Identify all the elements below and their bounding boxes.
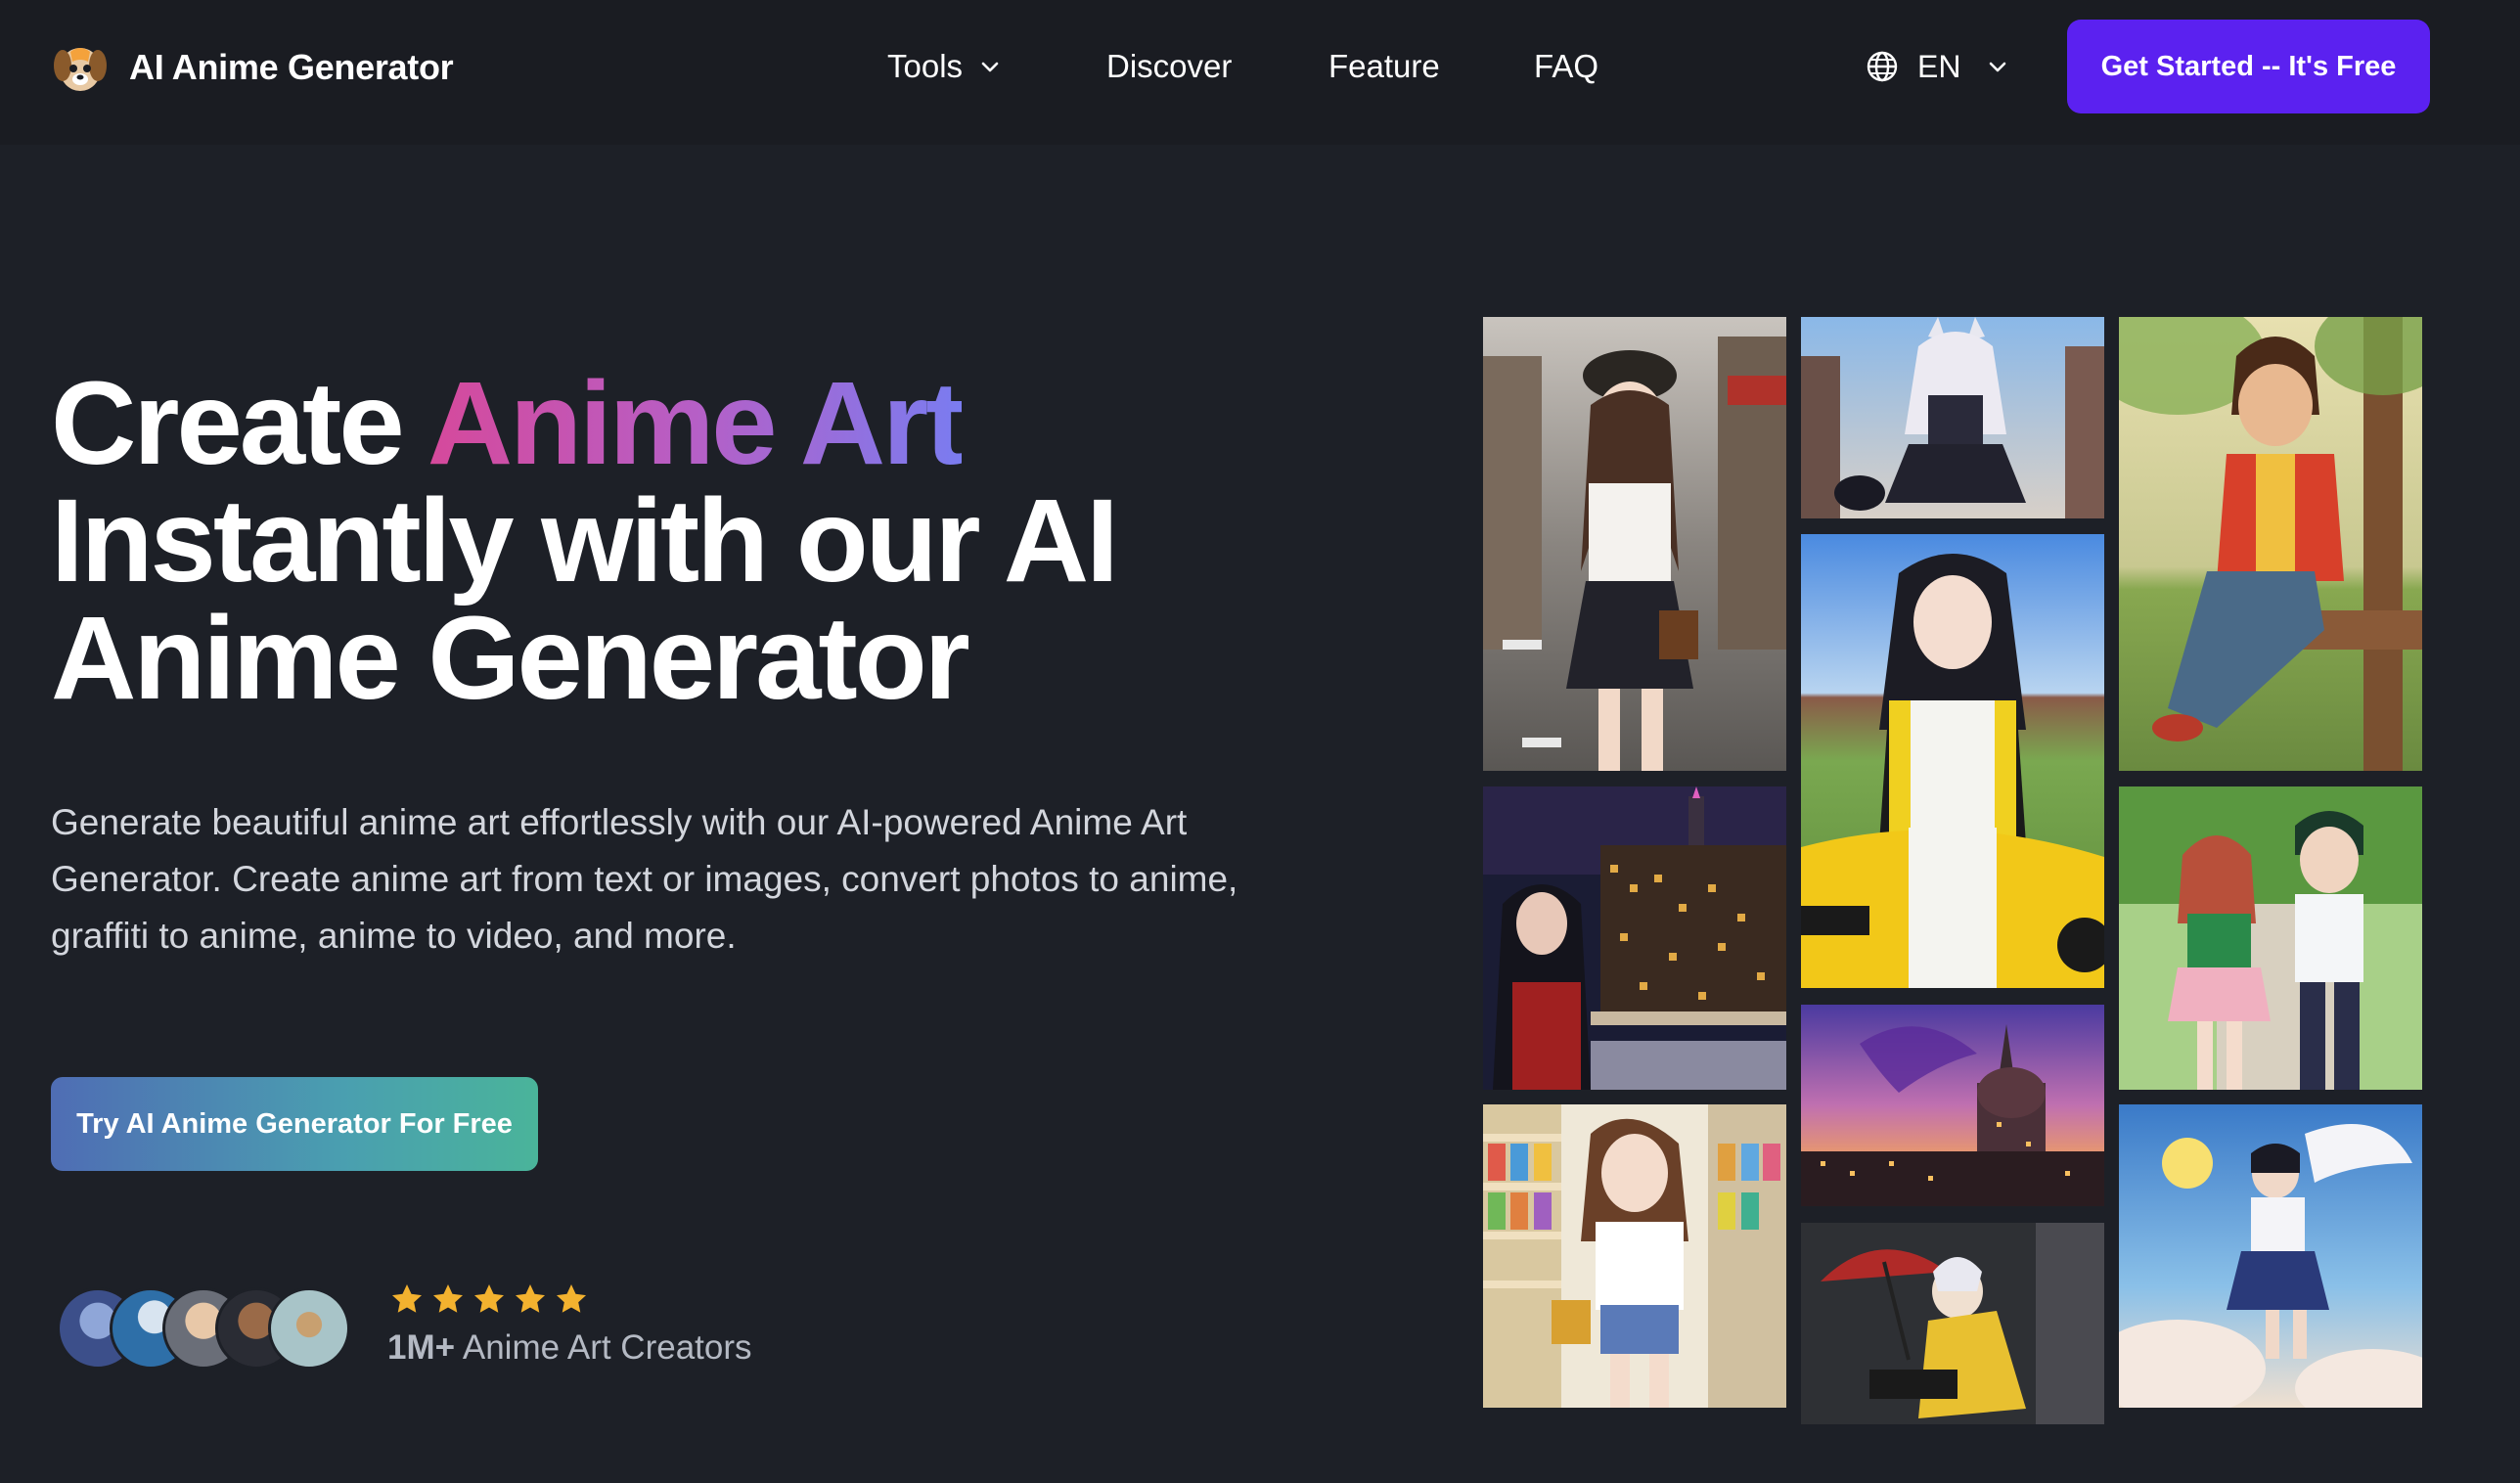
top-nav: AI Anime Generator Tools Discover Featur… (0, 0, 2520, 145)
nav-feature-link[interactable]: Feature (1328, 43, 1440, 90)
nav-faq-link[interactable]: FAQ (1534, 43, 1598, 90)
hero-headline: Create Anime Art Instantly with our AI A… (51, 364, 1283, 717)
star-icon (557, 1284, 586, 1313)
fantasy-cathedral-image[interactable] (1801, 1005, 2104, 1206)
star-icon (433, 1284, 463, 1313)
nav-feature-label: Feature (1328, 48, 1440, 84)
chevron-down-icon (981, 62, 999, 72)
street-girl-image[interactable] (1483, 317, 1786, 771)
star-icon (516, 1284, 545, 1313)
catgirl-maid-image[interactable] (1801, 317, 2104, 518)
creator-avatars (57, 1287, 360, 1370)
boy-in-park-image[interactable] (2119, 317, 2422, 771)
get-started-button[interactable]: Get Started -- It's Free (2067, 20, 2430, 113)
hero-subtitle: Generate beautiful anime art effortlessl… (51, 802, 1238, 956)
headline-highlight: Anime Art (427, 356, 966, 489)
creators-label: Anime Art Creators (455, 1328, 752, 1367)
headline-prefix: Create (51, 356, 428, 489)
nav-faq-label: FAQ (1534, 48, 1599, 84)
headline-line2: Instantly with our AI (51, 473, 1119, 607)
headline-line3: Anime Generator (51, 591, 970, 724)
city-night-girl-image[interactable] (1483, 786, 1786, 1090)
brand-link[interactable]: AI Anime Generator (51, 37, 454, 98)
star-icon (474, 1284, 504, 1313)
creators-count-text: 1M+ Anime Art Creators (387, 1328, 752, 1368)
rating-stars (389, 1281, 589, 1317)
racer-girl-image[interactable] (1801, 534, 2104, 988)
language-selector[interactable]: EN (1865, 43, 2009, 90)
couple-walking-image[interactable] (2119, 786, 2422, 1090)
flying-girl-image[interactable] (2119, 1104, 2422, 1408)
star-icon (392, 1284, 422, 1313)
avatar (268, 1287, 350, 1370)
creators-count: 1M+ (387, 1328, 456, 1367)
brand-name: AI Anime Generator (129, 47, 454, 87)
supermarket-girl-image[interactable] (1483, 1104, 1786, 1408)
umbrella-boy-image[interactable] (1801, 1223, 2104, 1424)
language-code: EN (1917, 48, 1961, 84)
dog-logo-icon (54, 48, 107, 91)
try-generator-button[interactable]: Try AI Anime Generator For Free (51, 1077, 538, 1171)
nav-discover-link[interactable]: Discover (1106, 43, 1232, 90)
nav-tools-dropdown[interactable]: Tools (887, 43, 1002, 90)
chevron-down-icon (1990, 62, 2006, 72)
nav-discover-label: Discover (1106, 48, 1233, 84)
nav-tools-label: Tools (887, 48, 964, 84)
globe-icon (1867, 51, 1898, 82)
